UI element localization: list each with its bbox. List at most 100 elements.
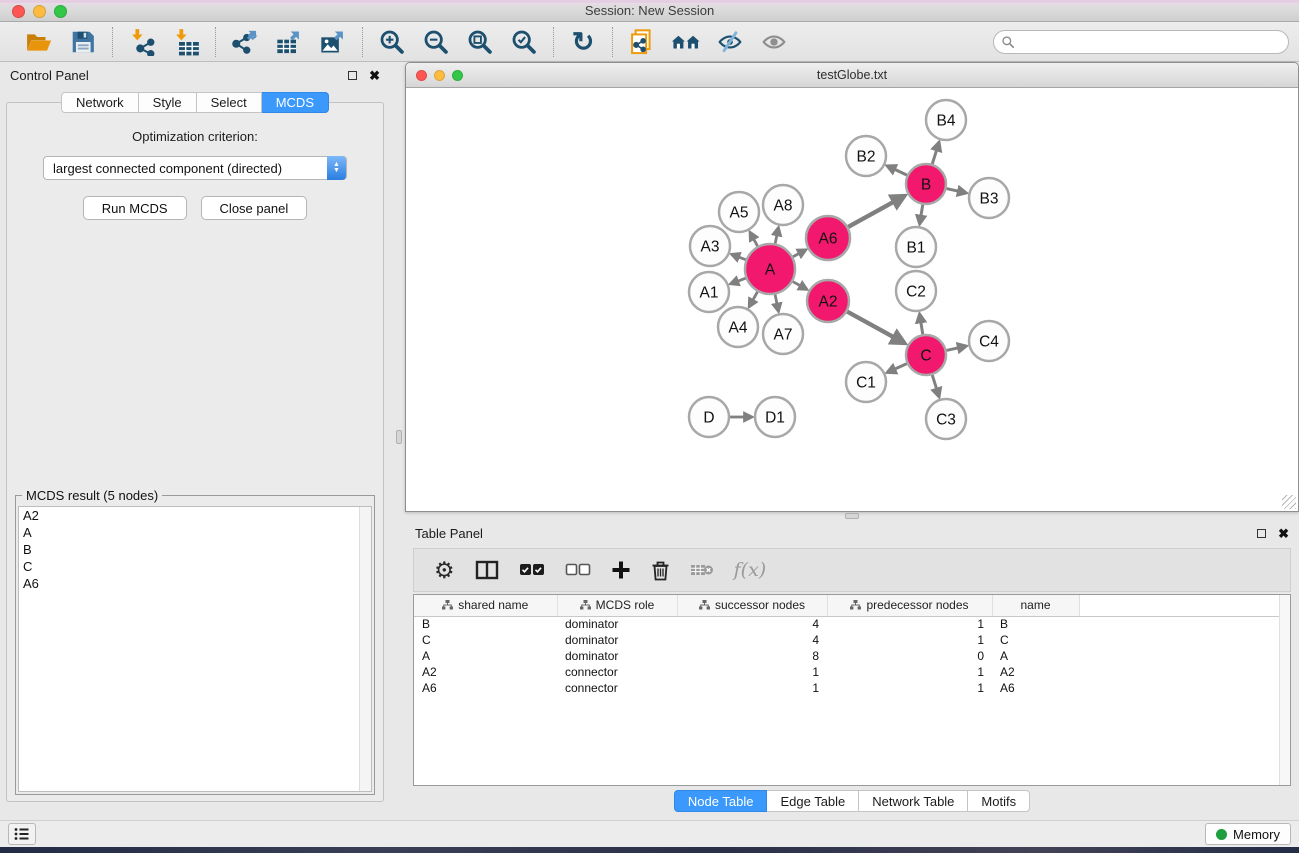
function-builder-label[interactable]: f(x): [734, 559, 767, 581]
graph-node-A3[interactable]: A3: [690, 226, 730, 266]
table-row[interactable]: Cdominator41C: [414, 632, 1290, 648]
table-row[interactable]: Adominator80A: [414, 648, 1290, 664]
mcds-result-item[interactable]: A: [19, 524, 371, 541]
table-cell[interactable]: C: [414, 632, 557, 648]
column-header-successor-nodes[interactable]: successor nodes: [677, 595, 827, 616]
mcds-result-list[interactable]: A2ABCA6: [18, 506, 372, 792]
graph-node-D[interactable]: D: [689, 397, 729, 437]
table-cell[interactable]: 1: [677, 664, 827, 680]
table-cell[interactable]: A: [414, 648, 557, 664]
run-mcds-button[interactable]: Run MCDS: [83, 196, 187, 220]
table-cell[interactable]: 1: [827, 664, 992, 680]
table-cell[interactable]: A: [992, 648, 1079, 664]
table-cell[interactable]: dominator: [557, 616, 677, 632]
deselect-all-button[interactable]: [565, 554, 591, 586]
export-network-button[interactable]: [226, 26, 264, 58]
float-table-panel-icon[interactable]: [1257, 529, 1266, 538]
table-cell[interactable]: A2: [992, 664, 1079, 680]
graph-node-C1[interactable]: C1: [846, 362, 886, 402]
zoom-in-button[interactable]: [373, 26, 411, 58]
delete-table-button[interactable]: [690, 554, 714, 586]
graph-node-C[interactable]: C: [906, 335, 946, 375]
criterion-select[interactable]: largest connected component (directed) ▲…: [43, 156, 347, 180]
edge-A-A1[interactable]: [737, 278, 746, 281]
graph-node-A2[interactable]: A2: [807, 280, 849, 322]
mcds-result-item[interactable]: B: [19, 541, 371, 558]
edge-A-A3[interactable]: [738, 257, 746, 260]
edge-B-B4[interactable]: [932, 149, 937, 164]
graph-node-B1[interactable]: B1: [896, 227, 936, 267]
table-cell[interactable]: dominator: [557, 632, 677, 648]
edge-B-B3[interactable]: [946, 189, 958, 192]
import-table-button[interactable]: [167, 26, 205, 58]
tab-style[interactable]: Style: [139, 92, 197, 113]
mcds-result-item[interactable]: A2: [19, 507, 371, 524]
hide-selected-button[interactable]: [711, 26, 749, 58]
graph-node-B4[interactable]: B4: [926, 100, 966, 140]
mcds-result-item[interactable]: C: [19, 558, 371, 575]
graph-node-A5[interactable]: A5: [719, 192, 759, 232]
network-minimize-button[interactable]: [434, 70, 445, 81]
graph-node-B[interactable]: B: [906, 164, 946, 204]
table-cell[interactable]: A2: [414, 664, 557, 680]
table-scrollbar[interactable]: [1279, 595, 1290, 785]
network-graph[interactable]: AA1A2A3A4A5A6A7A8BB1B2B3B4CC1C2C3C4DD1: [406, 88, 1298, 511]
edge-A-A4[interactable]: [753, 292, 758, 301]
table-cell[interactable]: 1: [827, 616, 992, 632]
edge-C-C2[interactable]: [921, 321, 923, 334]
horizontal-splitter-grip[interactable]: [845, 513, 859, 519]
table-cell[interactable]: connector: [557, 664, 677, 680]
open-file-button[interactable]: [20, 26, 58, 58]
add-column-button[interactable]: [611, 554, 631, 586]
table-cell[interactable]: 1: [827, 632, 992, 648]
network-canvas[interactable]: AA1A2A3A4A5A6A7A8BB1B2B3B4CC1C2C3C4DD1: [406, 88, 1298, 511]
import-network-button[interactable]: [123, 26, 161, 58]
graph-node-B2[interactable]: B2: [846, 136, 886, 176]
table-row[interactable]: A2connector11A2: [414, 664, 1290, 680]
network-maximize-button[interactable]: [452, 70, 463, 81]
column-header-name[interactable]: name: [992, 595, 1079, 616]
vertical-splitter-grip[interactable]: [396, 430, 402, 444]
graph-node-C2[interactable]: C2: [896, 271, 936, 311]
task-history-button[interactable]: [8, 823, 36, 845]
zoom-selected-button[interactable]: [505, 26, 543, 58]
table-cell[interactable]: 4: [677, 616, 827, 632]
table-cell[interactable]: 4: [677, 632, 827, 648]
tab-motifs[interactable]: Motifs: [968, 790, 1030, 812]
table-row[interactable]: Bdominator41B: [414, 616, 1290, 632]
network-close-button[interactable]: [416, 70, 427, 81]
edge-C-C3[interactable]: [932, 375, 937, 390]
first-neighbors-button[interactable]: [667, 26, 705, 58]
edge-A6-B[interactable]: [848, 201, 894, 227]
tab-network[interactable]: Network: [61, 92, 139, 113]
table-cell[interactable]: 8: [677, 648, 827, 664]
export-table-button[interactable]: [270, 26, 308, 58]
table-cell[interactable]: 1: [827, 680, 992, 696]
edge-A-A6[interactable]: [793, 253, 800, 257]
edge-A-A2[interactable]: [793, 282, 801, 286]
graph-node-A4[interactable]: A4: [718, 307, 758, 347]
column-header-shared-name[interactable]: shared name: [414, 595, 557, 616]
export-image-button[interactable]: [314, 26, 352, 58]
close-panel-icon[interactable]: ✖: [369, 69, 380, 82]
table-cell[interactable]: A6: [414, 680, 557, 696]
table-row[interactable]: A6connector11A6: [414, 680, 1290, 696]
table-cell[interactable]: A6: [992, 680, 1079, 696]
show-all-button[interactable]: [755, 26, 793, 58]
apply-layout-button[interactable]: ↻: [564, 26, 602, 58]
graph-node-A1[interactable]: A1: [689, 272, 729, 312]
edge-A-A5[interactable]: [753, 238, 757, 246]
table-cell[interactable]: 1: [677, 680, 827, 696]
edge-C-C4[interactable]: [946, 348, 958, 351]
edge-C-C1[interactable]: [894, 364, 907, 370]
graph-node-D1[interactable]: D1: [755, 397, 795, 437]
mcds-result-item[interactable]: A6: [19, 575, 371, 592]
close-panel-button[interactable]: Close panel: [201, 196, 308, 220]
table-cell[interactable]: connector: [557, 680, 677, 696]
tab-node-table[interactable]: Node Table: [674, 790, 768, 812]
delete-column-button[interactable]: [651, 554, 670, 586]
graph-node-A8[interactable]: A8: [763, 185, 803, 225]
table-cell[interactable]: B: [414, 616, 557, 632]
graph-node-C4[interactable]: C4: [969, 321, 1009, 361]
network-window-titlebar[interactable]: testGlobe.txt: [406, 63, 1298, 88]
